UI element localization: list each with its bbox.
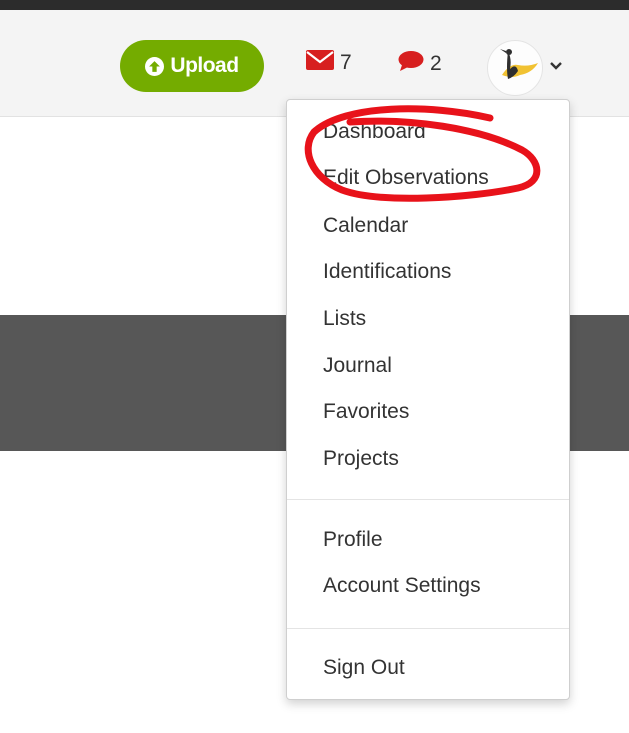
menu-item-journal[interactable]: Journal xyxy=(323,354,392,378)
menu-item-favorites[interactable]: Favorites xyxy=(323,400,409,424)
top-strip xyxy=(0,0,629,10)
upload-label: Upload xyxy=(170,54,239,77)
menu-item-account-settings[interactable]: Account Settings xyxy=(323,574,481,598)
menu-item-edit-observations[interactable]: Edit Observations xyxy=(323,166,489,190)
bird-avatar-icon xyxy=(500,49,538,79)
messages-count: 7 xyxy=(340,51,352,74)
user-dropdown-menu: Dashboard Edit Observations Calendar Ide… xyxy=(286,99,570,700)
menu-divider xyxy=(287,499,569,500)
messages-counter[interactable]: 7 xyxy=(306,50,352,76)
menu-item-calendar[interactable]: Calendar xyxy=(323,214,408,238)
speech-bubble-icon xyxy=(398,50,424,78)
menu-item-projects[interactable]: Projects xyxy=(323,447,399,471)
menu-item-sign-out[interactable]: Sign Out xyxy=(323,656,405,680)
chevron-down-icon[interactable] xyxy=(549,58,563,76)
upload-button[interactable]: Upload xyxy=(120,40,264,92)
avatar[interactable] xyxy=(487,40,543,96)
menu-item-profile[interactable]: Profile xyxy=(323,528,383,552)
menu-item-lists[interactable]: Lists xyxy=(323,307,366,331)
menu-divider xyxy=(287,628,569,629)
comments-count: 2 xyxy=(430,52,442,75)
comments-counter[interactable]: 2 xyxy=(398,50,442,78)
menu-item-identifications[interactable]: Identifications xyxy=(323,260,451,284)
menu-item-dashboard[interactable]: Dashboard xyxy=(323,120,426,144)
envelope-icon xyxy=(306,50,334,76)
upload-arrow-icon xyxy=(145,56,165,76)
